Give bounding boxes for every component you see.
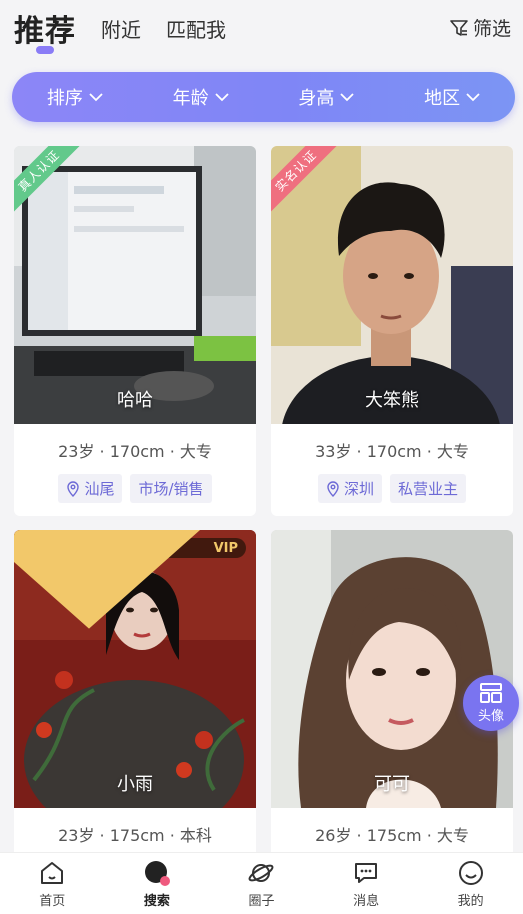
profile-name: 哈哈 [117, 390, 153, 411]
nav-circle[interactable]: 圈子 [221, 859, 301, 909]
profile-photo[interactable]: VIP 小雨 [14, 530, 256, 808]
profile-photo[interactable]: 实名认证 大笨熊 [271, 146, 513, 424]
location-label: 汕尾 [84, 480, 115, 498]
job-tag: 私营业主 [390, 474, 467, 503]
avatar-filter-label: 头像 [477, 708, 504, 724]
nav-search-label: 搜索 [143, 893, 170, 909]
profile-card[interactable]: 实名认证 大笨熊 33岁 · 170cm · 大专 深圳 私营业主 [271, 146, 513, 516]
filter-button[interactable]: 筛选 [449, 14, 511, 41]
tab-recommend[interactable]: 推荐 [14, 6, 76, 50]
filter-sort[interactable]: 排序 [47, 84, 103, 110]
chevron-down-icon [89, 92, 103, 102]
nav-search[interactable]: 搜索 [117, 859, 197, 909]
vip-label: VIP [213, 540, 238, 556]
home-icon [38, 859, 66, 890]
chevron-down-icon [466, 92, 480, 102]
active-tab-indicator [36, 46, 54, 54]
nav-profile-label: 我的 [457, 893, 484, 909]
search-icon [143, 859, 171, 890]
profile-info: 26岁 · 175cm · 大专 [315, 826, 469, 845]
filter-sort-label: 排序 [46, 88, 83, 109]
location-pin-icon [66, 480, 80, 497]
profile-tags: 深圳 私营业主 [271, 474, 513, 503]
profile-name: 大笨熊 [365, 390, 419, 411]
avatar-filter-button[interactable]: 头像 [463, 675, 519, 731]
smile-icon [457, 859, 485, 890]
job-tag: 市场/销售 [130, 474, 212, 503]
filter-region[interactable]: 地区 [424, 84, 480, 110]
planet-icon [247, 859, 275, 890]
bottom-nav: 首页 搜索 圈子 消息 我的 [0, 852, 523, 914]
grid-icon [480, 682, 502, 705]
filter-age[interactable]: 年龄 [173, 84, 229, 110]
nav-home-label: 首页 [39, 893, 66, 909]
profile-photo[interactable]: 真人认证 哈哈 [14, 146, 256, 424]
filter-height-label: 身高 [298, 88, 335, 109]
profile-info: 33岁 · 170cm · 大专 [315, 442, 469, 461]
profile-name: 可可 [374, 774, 410, 795]
profile-name: 小雨 [117, 774, 153, 795]
chevron-down-icon [214, 92, 229, 102]
diamond-icon [14, 530, 210, 687]
nav-messages[interactable]: 消息 [326, 859, 406, 909]
filter-bar: 排序 年龄 身高 地区 [12, 72, 515, 122]
chevron-down-icon [340, 92, 355, 102]
tab-match-me[interactable]: 匹配我 [166, 14, 226, 43]
profile-card[interactable]: 真人认证 哈哈 23岁 · 170cm · 大专 汕尾 市场/销售 [14, 146, 256, 516]
location-label: 深圳 [343, 480, 374, 498]
filter-height[interactable]: 身高 [298, 84, 355, 110]
location-tag: 深圳 [317, 474, 382, 503]
message-icon [352, 859, 380, 890]
filter-label: 筛选 [472, 18, 511, 40]
filter-region-label: 地区 [424, 88, 461, 109]
tab-nearby[interactable]: 附近 [101, 14, 141, 43]
funnel-icon [449, 18, 469, 38]
profile-tags: 汕尾 市场/销售 [14, 474, 256, 503]
vip-badge: VIP [14, 530, 246, 629]
location-pin-icon [326, 480, 340, 497]
profile-info: 23岁 · 175cm · 本科 [58, 826, 212, 845]
nav-profile[interactable]: 我的 [431, 859, 511, 909]
profile-card[interactable]: VIP 小雨 23岁 · 175cm · 本科 [14, 530, 256, 860]
top-bar: 推荐 附近 匹配我 筛选 [0, 0, 523, 66]
location-tag: 汕尾 [58, 474, 123, 503]
filter-age-label: 年龄 [172, 88, 209, 109]
nav-circle-label: 圈子 [248, 893, 275, 909]
profile-photo[interactable]: 可可 [271, 530, 513, 808]
profile-info: 23岁 · 170cm · 大专 [58, 442, 212, 461]
nav-home[interactable]: 首页 [12, 859, 92, 909]
nav-messages-label: 消息 [353, 893, 380, 909]
